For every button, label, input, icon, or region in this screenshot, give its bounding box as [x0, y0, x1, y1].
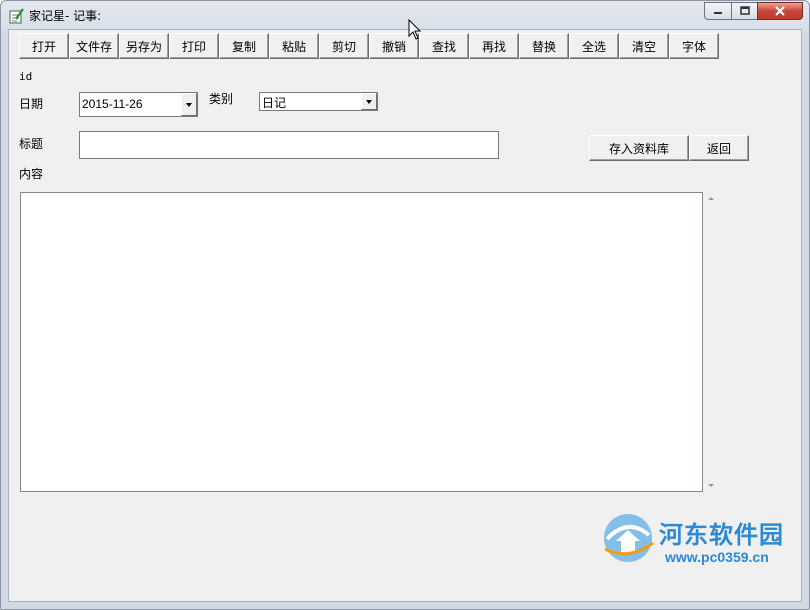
app-window: 家记星- 记事: 打开 文件存 另存为 打印 复制 粘贴 剪切 撤销 查找 再找…: [0, 0, 810, 610]
id-label: id: [19, 70, 33, 83]
save-file-button[interactable]: 文件存: [69, 33, 119, 59]
category-value: 日记: [262, 96, 287, 110]
clear-button[interactable]: 清空: [619, 33, 669, 59]
open-button[interactable]: 打开: [19, 33, 69, 59]
font-button[interactable]: 字体: [669, 33, 719, 59]
watermark: 河东软件园 www.pc0359.cn: [599, 509, 799, 569]
back-button[interactable]: 返回: [689, 135, 749, 161]
print-button[interactable]: 打印: [169, 33, 219, 59]
window-controls: [704, 2, 803, 20]
category-select[interactable]: 日记: [259, 92, 378, 111]
category-label: 类别: [209, 92, 234, 106]
content-label: 内容: [19, 167, 44, 181]
chevron-down-icon: [186, 102, 192, 107]
maximize-icon: [739, 6, 750, 15]
date-dropdown-button[interactable]: [181, 93, 197, 116]
content-scrollbar[interactable]: [704, 192, 718, 492]
title-label: 标题: [19, 137, 44, 151]
save-to-database-button[interactable]: 存入资料库: [589, 135, 689, 161]
title-input[interactable]: [79, 131, 499, 159]
find-button[interactable]: 查找: [419, 33, 469, 59]
copy-button[interactable]: 复制: [219, 33, 269, 59]
maximize-button[interactable]: [731, 2, 757, 20]
watermark-name: 河东软件园: [659, 521, 784, 549]
scroll-down-icon[interactable]: [708, 484, 714, 487]
date-value: 2015-11-26: [82, 97, 143, 111]
close-button[interactable]: [757, 2, 803, 20]
window-title: 家记星- 记事:: [29, 9, 102, 23]
date-label: 日期: [19, 97, 44, 111]
category-dropdown-button[interactable]: [361, 93, 377, 110]
replace-button[interactable]: 替换: [519, 33, 569, 59]
paste-button[interactable]: 粘贴: [269, 33, 319, 59]
scroll-up-icon[interactable]: [708, 197, 714, 200]
cut-button[interactable]: 剪切: [319, 33, 369, 59]
title-bar[interactable]: 家记星- 记事:: [1, 1, 809, 29]
minimize-button[interactable]: [704, 2, 731, 20]
select-all-button[interactable]: 全选: [569, 33, 619, 59]
minimize-icon: [714, 12, 722, 14]
date-picker[interactable]: 2015-11-26: [79, 92, 198, 117]
watermark-url: www.pc0359.cn: [665, 549, 769, 565]
save-as-button[interactable]: 另存为: [119, 33, 169, 59]
close-icon: [775, 6, 785, 16]
content-textarea[interactable]: [20, 192, 703, 492]
find-next-button[interactable]: 再找: [469, 33, 519, 59]
chevron-down-icon: [366, 99, 372, 104]
watermark-logo-icon: [604, 514, 654, 562]
notepad-app-icon: [9, 8, 24, 24]
mouse-pointer-icon: [408, 19, 422, 40]
toolbar: 打开 文件存 另存为 打印 复制 粘贴 剪切 撤销 查找 再找 替换 全选 清空…: [19, 33, 719, 59]
